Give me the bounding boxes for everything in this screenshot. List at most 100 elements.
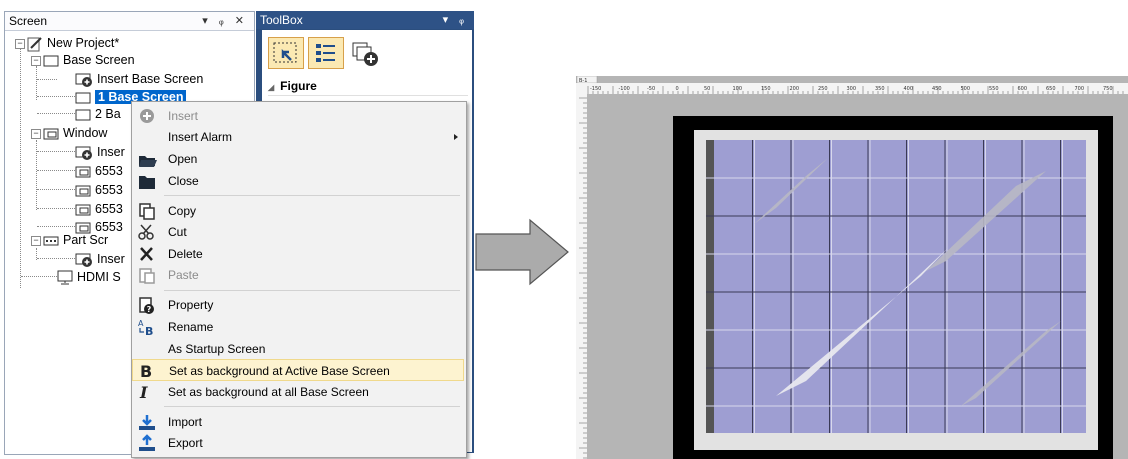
- tree-item-insert-window[interactable]: Inser: [75, 144, 125, 161]
- ruler-label: 450: [932, 86, 942, 92]
- italic-i-icon: I: [139, 383, 148, 401]
- collapse-toggle[interactable]: −: [31, 56, 41, 66]
- screen-icon: [75, 109, 91, 121]
- ruler-label: 600: [1018, 86, 1028, 92]
- menu-item-close[interactable]: Close: [132, 170, 464, 192]
- svg-text:A: A: [138, 319, 144, 328]
- pin-icon[interactable]: ᵩ: [459, 14, 468, 26]
- pin-icon[interactable]: ᵩ: [219, 15, 228, 27]
- tree-item-window[interactable]: 6553: [75, 163, 123, 180]
- ruler-label: 350: [875, 86, 885, 92]
- collapse-toggle[interactable]: −: [31, 129, 41, 139]
- tree-item-window[interactable]: 6553: [75, 201, 123, 218]
- tree-item-base-screen[interactable]: Base Screen: [43, 52, 135, 69]
- add-item-button[interactable]: [348, 37, 384, 69]
- preview-canvas: B-1 -150 -100 -50 0 50 100 150 200 250 300 350 400 4…: [576, 76, 1128, 459]
- part-screen-icon: [43, 236, 59, 246]
- ruler-label: 200: [790, 86, 800, 92]
- import-icon: [139, 415, 155, 430]
- window-screen-icon: [75, 185, 91, 197]
- menu-item-open[interactable]: Open: [132, 148, 464, 170]
- tree-item-insert-part[interactable]: Inser: [75, 251, 125, 268]
- menu-item-rename[interactable]: AB Rename: [132, 316, 464, 338]
- screen-icon: [43, 55, 59, 67]
- ruler-label: 50: [704, 86, 710, 92]
- collapse-triangle-icon: ◢: [268, 83, 275, 92]
- menu-item-delete[interactable]: Delete: [132, 243, 464, 265]
- tree-item-window[interactable]: 6553: [75, 182, 123, 199]
- pointer-select-icon: [273, 42, 297, 63]
- menu-item-paste[interactable]: Paste: [132, 264, 464, 286]
- collapse-toggle[interactable]: −: [31, 236, 41, 246]
- paste-icon: [139, 268, 155, 284]
- insert-screen-icon: [75, 73, 92, 87]
- ruler-label: 100: [733, 86, 743, 92]
- ruler-label: 400: [904, 86, 914, 92]
- screen-preview: B-1 -150 -100 -50 0 50 100 150 200 250 300 350 400 4…: [576, 76, 1128, 459]
- ruler-label: -100: [619, 86, 630, 92]
- menu-item-import[interactable]: Import: [132, 411, 464, 433]
- ruler-label: 550: [989, 86, 999, 92]
- window-screen-icon: [75, 166, 91, 178]
- add-circle-icon: [140, 109, 154, 123]
- svg-text:I: I: [139, 383, 148, 401]
- screen-panel-title: Screen: [9, 14, 48, 28]
- tree-item-base-screen-2[interactable]: 2 Ba: [75, 106, 121, 123]
- flow-arrow: [475, 218, 569, 286]
- window-screen-icon: [43, 128, 59, 140]
- ruler-label: 0: [676, 86, 679, 92]
- tree-item-project[interactable]: New Project*: [27, 35, 119, 52]
- submenu-arrow-icon: [454, 134, 458, 140]
- add-window-icon: [352, 42, 378, 66]
- ruler-label: 650: [1046, 86, 1056, 92]
- folder-open-icon: [139, 156, 157, 167]
- list-view-icon: [316, 44, 335, 62]
- menu-item-bg-active[interactable]: B Set as background at Active Base Scree…: [132, 359, 464, 381]
- folder-close-icon: [139, 176, 155, 189]
- menu-item-cut[interactable]: Cut: [132, 221, 464, 243]
- menu-item-copy[interactable]: Copy: [132, 200, 464, 222]
- menu-item-export[interactable]: Export: [132, 432, 464, 454]
- menu-item-startup-screen[interactable]: As Startup Screen: [132, 338, 464, 360]
- bold-b-icon: B: [140, 362, 152, 380]
- menu-item-bg-all[interactable]: I Set as background at all Base Screen: [132, 381, 464, 403]
- tree-item-insert-base-screen[interactable]: Insert Base Screen: [75, 71, 203, 88]
- figure-section-header[interactable]: ◢ Figure: [268, 77, 468, 96]
- dropdown-icon[interactable]: ▾: [202, 15, 212, 27]
- ruler-label: 500: [961, 86, 971, 92]
- window-screen-icon: [75, 204, 91, 216]
- menu-separator: [164, 406, 460, 407]
- insert-screen-icon: [75, 253, 92, 267]
- dropdown-icon[interactable]: ▾: [443, 14, 453, 26]
- tree-item-part-screen[interactable]: Part Scr: [43, 232, 108, 249]
- rename-icon: AB: [138, 319, 153, 336]
- ruler-label: 250: [818, 86, 828, 92]
- menu-item-insert[interactable]: Insert: [132, 105, 464, 127]
- menu-item-property[interactable]: ? Property: [132, 294, 464, 316]
- screen-panel-header: Screen ▾ ᵩ ✕: [5, 12, 254, 31]
- svg-text:B: B: [145, 325, 153, 336]
- toolbox-panel-title: ToolBox: [260, 13, 303, 27]
- list-view-button[interactable]: [308, 37, 344, 69]
- collapse-toggle[interactable]: −: [15, 39, 25, 49]
- ruler-label: -150: [590, 86, 601, 92]
- toolbox-panel-header: ToolBox ▾ ᵩ: [256, 11, 474, 29]
- svg-text:B: B: [140, 362, 152, 380]
- project-edit-icon: [27, 36, 42, 52]
- menu-item-insert-alarm[interactable]: Insert Alarm: [132, 126, 464, 148]
- menu-separator: [164, 195, 460, 196]
- insert-screen-icon: [75, 146, 92, 160]
- tree-item-hdmi[interactable]: HDMI S: [57, 269, 121, 286]
- close-icon[interactable]: ✕: [235, 15, 248, 27]
- ruler-label: 300: [847, 86, 857, 92]
- ruler-label: -50: [647, 86, 655, 92]
- ruler-label: 150: [761, 86, 771, 92]
- select-pointer-button[interactable]: [268, 37, 304, 69]
- ruler-label: 700: [1075, 86, 1085, 92]
- tree-item-window-screen[interactable]: Window: [43, 125, 107, 142]
- property-icon: ?: [139, 297, 154, 314]
- vertical-ruler: [576, 94, 587, 459]
- svg-text:?: ?: [147, 305, 152, 314]
- menu-separator: [164, 290, 460, 291]
- scissors-icon: [138, 224, 154, 240]
